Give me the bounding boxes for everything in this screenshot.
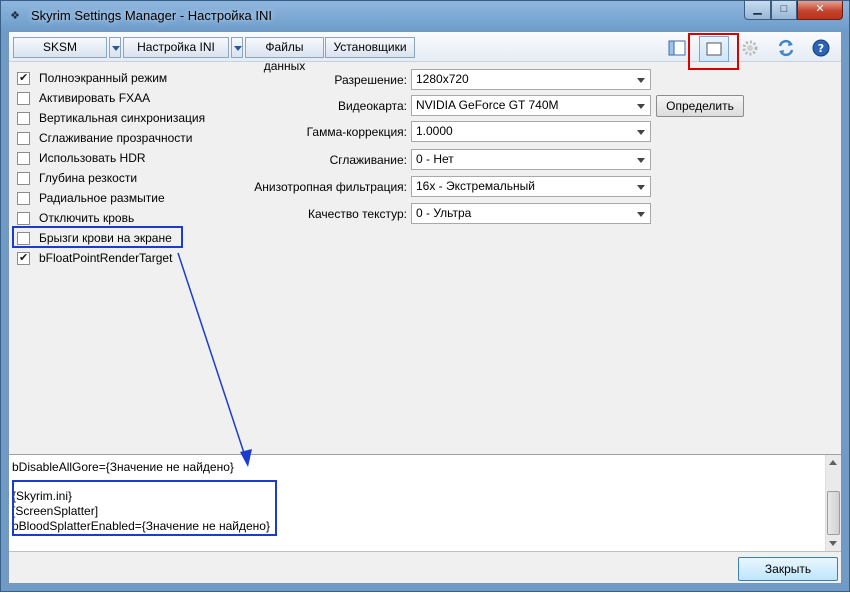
- setting-label: Качество текстур:: [308, 207, 407, 221]
- scroll-up-icon[interactable]: [829, 460, 837, 465]
- refresh-icon[interactable]: [775, 37, 797, 59]
- close-icon: ✕: [815, 3, 825, 15]
- window-title: Skyrim Settings Manager - Настройка INI: [31, 8, 272, 23]
- close-window-button[interactable]: ✕: [797, 1, 843, 20]
- blue-annotation-box-option: [12, 226, 183, 248]
- ini-dropdown-arrow[interactable]: [231, 37, 243, 58]
- output-line: bDisableAllGore={Значение не найдено}: [12, 460, 234, 474]
- setting-label: Видеокарта:: [337, 99, 407, 113]
- option-label: bFloatPointRenderTarget: [39, 251, 173, 265]
- panel-layout-icon[interactable]: [666, 37, 688, 59]
- tab-ini-settings[interactable]: Настройка INI: [123, 37, 229, 58]
- tab-sksm[interactable]: SKSM: [13, 37, 107, 58]
- client-area: SKSM Настройка INI Файлы данных Установщ…: [8, 31, 842, 584]
- setting-label: Гамма-коррекция:: [306, 125, 407, 139]
- app-window: ❖ Skyrim Settings Manager - Настройка IN…: [0, 0, 850, 592]
- checkbox[interactable]: [17, 111, 30, 125]
- output-scrollbar[interactable]: [825, 455, 841, 551]
- option-float-render-target[interactable]: bFloatPointRenderTarget: [15, 248, 215, 268]
- close-button[interactable]: Закрыть: [738, 557, 838, 581]
- tab-installers[interactable]: Установщики: [325, 37, 415, 58]
- svg-text:?: ?: [818, 42, 824, 55]
- red-annotation-box: [688, 33, 739, 70]
- scroll-down-icon[interactable]: [829, 541, 837, 546]
- setting-label: Анизотропная фильтрация:: [254, 180, 407, 194]
- antialiasing-select[interactable]: 0 - Нет: [411, 149, 651, 170]
- maximize-button[interactable]: □: [771, 1, 797, 20]
- minimize-button[interactable]: ▁: [744, 1, 771, 20]
- detect-button[interactable]: Определить: [656, 95, 744, 117]
- setting-label: Разрешение:: [334, 73, 407, 87]
- settings-gear-icon[interactable]: [739, 37, 761, 59]
- scroll-thumb[interactable]: [827, 491, 840, 535]
- title-bar[interactable]: ❖ Skyrim Settings Manager - Настройка IN…: [1, 1, 849, 31]
- gamma-select[interactable]: 1.0000: [411, 121, 651, 142]
- anisotropic-select[interactable]: 16x - Экстремальный: [411, 176, 651, 197]
- resolution-select[interactable]: 1280x720: [411, 69, 651, 90]
- sksm-dropdown-arrow[interactable]: [109, 37, 121, 58]
- video-card-select[interactable]: NVIDIA GeForce GT 740M: [411, 95, 651, 116]
- texture-quality-select[interactable]: 0 - Ультра: [411, 203, 651, 224]
- caption-buttons: ▁ □ ✕: [744, 1, 843, 21]
- maximize-icon: □: [780, 3, 788, 15]
- setting-label: Сглаживание:: [329, 153, 407, 167]
- app-icon[interactable]: ❖: [9, 10, 21, 22]
- help-icon[interactable]: ?: [810, 37, 832, 59]
- tab-data-files[interactable]: Файлы данных: [245, 37, 324, 73]
- minimize-icon: ▁: [753, 3, 762, 15]
- option-label: Вертикальная синхронизация: [39, 111, 206, 125]
- blue-annotation-box-output: [12, 480, 277, 536]
- toolbar: SKSM Настройка INI Файлы данных Установщ…: [9, 32, 841, 73]
- checkbox[interactable]: [17, 251, 30, 265]
